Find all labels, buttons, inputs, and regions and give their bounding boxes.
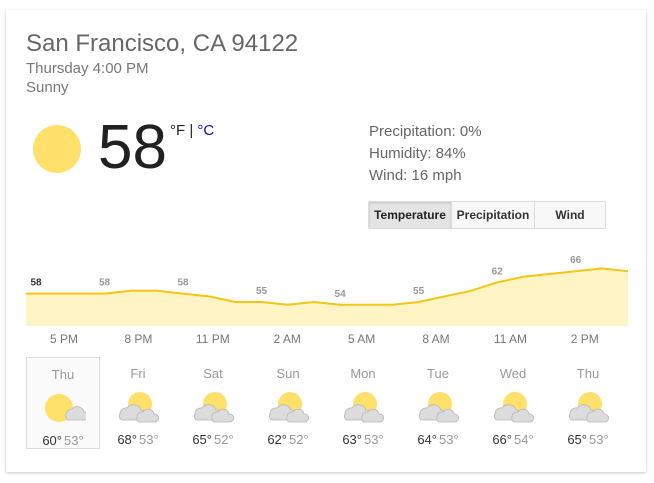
hour-label: 2 AM [273, 332, 301, 346]
location-title: San Francisco, CA 94122 [26, 30, 299, 57]
sunny-icon [40, 391, 89, 425]
chart-tabs: Temperature Precipitation Wind [368, 201, 606, 229]
daily-forecast: Thu 60° 53° Fri 68° 53° Sat 65° 52° Sun 62° 52° Mon 6… [26, 357, 626, 449]
day-name: Wed [499, 366, 527, 381]
unit-celsius[interactable]: °C [197, 122, 214, 139]
day-name: Fri [130, 366, 146, 381]
forecast-day[interactable]: Thu 65° 53° [551, 357, 625, 449]
unit-fahrenheit[interactable]: °F [170, 122, 185, 139]
precipitation-text: Precipitation: 0% [369, 123, 482, 140]
unit-switcher: °F | °C [170, 122, 214, 139]
day-temps: 66° 54° [476, 432, 550, 447]
forecast-day[interactable]: Sat 65° 52° [176, 357, 250, 449]
chart-value-label: 58 [99, 278, 111, 289]
day-temps: 65° 52° [176, 432, 250, 447]
partly-cloudy-icon [340, 390, 386, 424]
day-name: Sat [203, 366, 223, 381]
chart-value-label: 62 [492, 266, 504, 277]
high-temp: 65° [192, 432, 212, 447]
hour-label: 11 AM [493, 332, 527, 346]
low-temp: 52° [289, 432, 309, 447]
partly-cloudy-icon [415, 390, 461, 424]
sun-icon [33, 125, 81, 173]
chart-value-label: 58 [177, 278, 189, 289]
low-temp: 53° [64, 433, 84, 448]
low-temp: 53° [589, 432, 609, 447]
day-name: Thu [576, 366, 600, 381]
temperature-area [26, 268, 628, 326]
day-temps: 60° 53° [27, 433, 99, 448]
forecast-day[interactable]: Mon 63° 53° [326, 357, 400, 449]
hour-label: 2 PM [570, 332, 599, 346]
low-temp: 53° [364, 432, 384, 447]
unit-separator: | [189, 122, 194, 139]
forecast-day[interactable]: Fri 68° 53° [101, 357, 175, 449]
chart-value-label: 55 [256, 286, 268, 297]
day-name: Tue [427, 366, 449, 381]
hour-label: 11 PM [195, 332, 230, 346]
current-time: Thursday 4:00 PM [26, 60, 149, 77]
partly-cloudy-icon [490, 390, 536, 424]
tab-precipitation[interactable]: Precipitation [451, 202, 534, 228]
low-temp: 54° [514, 432, 534, 447]
day-name: Mon [350, 366, 376, 381]
low-temp: 53° [139, 432, 159, 447]
low-temp: 53° [439, 432, 459, 447]
day-temps: 65° 53° [551, 432, 625, 447]
high-temp: 66° [492, 432, 512, 447]
hour-label: 5 PM [49, 332, 79, 346]
weather-details: Precipitation: 0% Humidity: 84% Wind: 16… [369, 121, 482, 187]
partly-cloudy-icon [115, 390, 161, 424]
partly-cloudy-icon [265, 390, 311, 424]
low-temp: 52° [214, 432, 234, 447]
partly-cloudy-icon [190, 390, 236, 424]
day-temps: 62° 52° [251, 432, 325, 447]
condition-text: Sunny [26, 79, 69, 96]
day-name: Thu [51, 367, 75, 382]
humidity-text: Humidity: 84% [369, 145, 466, 162]
high-temp: 65° [567, 432, 587, 447]
high-temp: 68° [117, 432, 137, 447]
high-temp: 64° [417, 432, 437, 447]
chart-value-label: 58 [30, 278, 42, 289]
day-temps: 68° 53° [101, 432, 175, 447]
tab-temperature[interactable]: Temperature [369, 202, 451, 228]
forecast-day[interactable]: Sun 62° 52° [251, 357, 325, 449]
forecast-day[interactable]: Wed 66° 54° [476, 357, 550, 449]
temperature-chart: 58 58 58 55 54 55 62 66 [26, 255, 628, 326]
hour-axis: 5 PM 8 PM 11 PM 2 AM 5 AM 8 AM 11 AM 2 PM [6, 332, 646, 348]
chart-value-label: 66 [570, 255, 582, 266]
chart-value-label: 55 [413, 286, 425, 297]
day-name: Sun [276, 366, 300, 381]
hour-label: 5 AM [347, 332, 376, 346]
day-temps: 63° 53° [326, 432, 400, 447]
partly-cloudy-icon [565, 390, 611, 424]
day-temps: 64° 53° [401, 432, 475, 447]
forecast-day[interactable]: Thu 60° 53° [26, 357, 100, 449]
high-temp: 63° [342, 432, 362, 447]
current-temperature: 58 [98, 113, 167, 182]
weather-card: San Francisco, CA 94122 Thursday 4:00 PM… [6, 10, 646, 472]
forecast-day[interactable]: Tue 64° 53° [401, 357, 475, 449]
high-temp: 62° [267, 432, 287, 447]
chart-value-label: 54 [335, 289, 347, 300]
hour-label: 8 AM [422, 332, 450, 346]
wind-text: Wind: 16 mph [369, 167, 462, 184]
tab-wind[interactable]: Wind [534, 202, 605, 228]
hour-label: 8 PM [124, 332, 153, 346]
high-temp: 60° [42, 433, 62, 448]
